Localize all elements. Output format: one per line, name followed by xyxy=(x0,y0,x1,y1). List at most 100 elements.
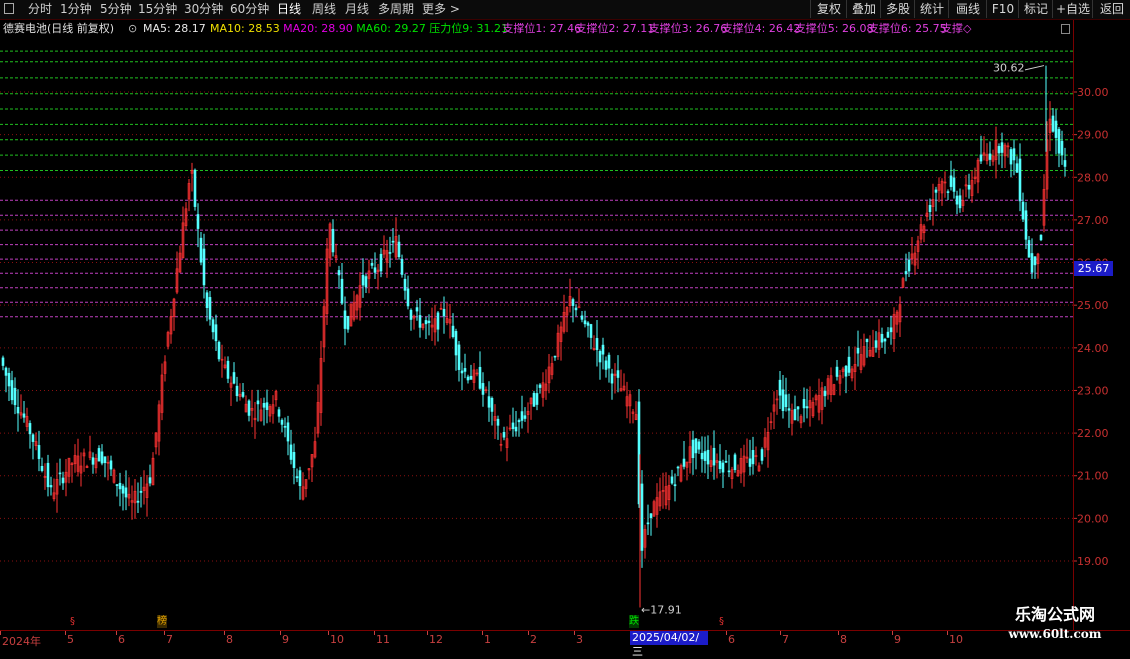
tab-5min[interactable]: 5分钟 xyxy=(100,1,132,17)
candle-body xyxy=(856,347,860,354)
candle-body xyxy=(883,338,887,342)
candle-body xyxy=(136,500,140,503)
candle-body xyxy=(571,299,575,306)
candle-body xyxy=(886,331,890,338)
candle-body xyxy=(733,454,737,471)
candle-body xyxy=(844,365,848,377)
tab-fenshi[interactable]: 分时 xyxy=(28,1,52,17)
candle-body xyxy=(760,449,764,461)
candle-body xyxy=(682,458,686,467)
event-marker[interactable]: § xyxy=(719,615,724,628)
candle-body xyxy=(469,375,473,380)
candle-body xyxy=(532,392,536,407)
candle-body xyxy=(703,451,707,461)
candle-body xyxy=(1,357,5,366)
candle-body xyxy=(148,477,152,484)
event-marker[interactable]: 榜 xyxy=(157,615,167,628)
candle-body xyxy=(289,444,293,460)
tab-multi-period[interactable]: 多周期 xyxy=(378,1,414,17)
title-dropdown-icon[interactable]: ⊙ xyxy=(128,20,137,38)
candle-body xyxy=(586,322,590,326)
candle-body xyxy=(31,434,35,442)
candle-body xyxy=(427,320,431,324)
add-watchlist-button[interactable]: +自选 xyxy=(1052,0,1093,18)
candle-body xyxy=(823,390,827,397)
current-price-tag: 25.67 xyxy=(1074,261,1113,276)
tab-daily[interactable]: 日线 xyxy=(277,1,301,17)
candle-body xyxy=(889,327,893,333)
candle-body xyxy=(124,487,128,498)
watermark-url: www.60lt.com xyxy=(1008,627,1102,641)
candle-body xyxy=(211,319,215,333)
mark-button[interactable]: 标记 xyxy=(1018,0,1053,18)
window-menu-icon[interactable] xyxy=(4,3,14,14)
candle-body xyxy=(337,270,341,276)
candle-body xyxy=(751,450,755,465)
indicator-infobar: 德赛电池(日线 前复权) ⊙ MA5: 28.17 MA10: 28.53 MA20… xyxy=(0,20,1075,38)
price-tick-label: 25.00 xyxy=(1077,299,1109,312)
candle-body xyxy=(460,370,464,374)
f10-button[interactable]: F10 xyxy=(986,0,1019,18)
fuquan-button[interactable]: 复权 xyxy=(810,0,847,18)
candle-body xyxy=(403,278,407,291)
tab-1min[interactable]: 1分钟 xyxy=(60,1,92,17)
candle-body xyxy=(580,315,584,320)
candle-body xyxy=(37,445,41,459)
event-marker[interactable]: § xyxy=(70,615,75,628)
candle-body xyxy=(601,344,605,355)
low-price-marker: ←17.91 xyxy=(641,603,682,616)
kline-chart[interactable]: 19.0020.0021.0022.0023.0024.0025.0026.00… xyxy=(0,20,1130,630)
candle-body xyxy=(712,447,716,466)
indicator-value: 支撑位5: 26.08 xyxy=(794,22,874,35)
tab-weekly[interactable]: 周线 xyxy=(312,1,336,17)
candle-body xyxy=(226,360,230,379)
draw-line-button[interactable]: 画线 xyxy=(948,0,987,18)
multi-stock-button[interactable]: 多股 xyxy=(880,0,915,18)
candle-body xyxy=(721,462,725,473)
candle-body xyxy=(109,460,113,470)
panel-toggle-icon[interactable] xyxy=(1061,24,1070,34)
candle-body xyxy=(265,402,269,410)
candle-body xyxy=(100,451,104,464)
candle-body xyxy=(535,393,539,405)
candle-body xyxy=(718,460,722,470)
month-tick xyxy=(528,631,529,635)
candle-body xyxy=(1030,253,1034,273)
indicator-value: 支撑位3: 26.76 xyxy=(648,22,728,35)
candle-body xyxy=(649,513,653,519)
tab-more[interactable]: 更多 > xyxy=(422,1,460,17)
candle-body xyxy=(214,324,218,342)
candle-body xyxy=(277,409,281,417)
candle-body xyxy=(691,439,695,459)
price-tick-label: 30.00 xyxy=(1077,86,1109,99)
tab-monthly[interactable]: 月线 xyxy=(345,1,369,17)
candle-body xyxy=(1027,240,1031,258)
price-tick-label: 21.00 xyxy=(1077,470,1109,483)
candle-body xyxy=(481,383,485,395)
overlay-button[interactable]: 叠加 xyxy=(846,0,881,18)
candle-body xyxy=(262,403,266,408)
candle-body xyxy=(331,228,335,253)
candle-body xyxy=(1015,163,1019,173)
month-tick xyxy=(726,631,727,635)
candle-body xyxy=(241,392,245,397)
candle-body xyxy=(583,320,587,325)
date-axis: 2024年 5 6 7 8 9 10 11 12 1 2 3 6 7 8 9 10 xyxy=(0,630,1130,651)
candle-body xyxy=(415,307,419,312)
candle-body xyxy=(946,191,950,193)
candle-body xyxy=(847,356,851,373)
tab-30min[interactable]: 30分钟 xyxy=(184,1,223,17)
candle-body xyxy=(496,418,500,426)
tab-60min[interactable]: 60分钟 xyxy=(230,1,269,17)
stock-title[interactable]: 德赛电池(日线 前复权) xyxy=(3,20,114,38)
tab-15min[interactable]: 15分钟 xyxy=(138,1,177,17)
month-label: 2024年 xyxy=(2,635,41,648)
candle-body xyxy=(835,366,839,377)
month-tick xyxy=(947,631,948,635)
candle-body xyxy=(424,320,428,325)
month-label: 1 xyxy=(484,633,491,646)
month-label: 3 xyxy=(576,633,583,646)
statistics-button[interactable]: 统计 xyxy=(914,0,949,18)
back-button[interactable]: 返回 xyxy=(1092,0,1130,18)
event-marker[interactable]: 跌 xyxy=(629,615,639,628)
